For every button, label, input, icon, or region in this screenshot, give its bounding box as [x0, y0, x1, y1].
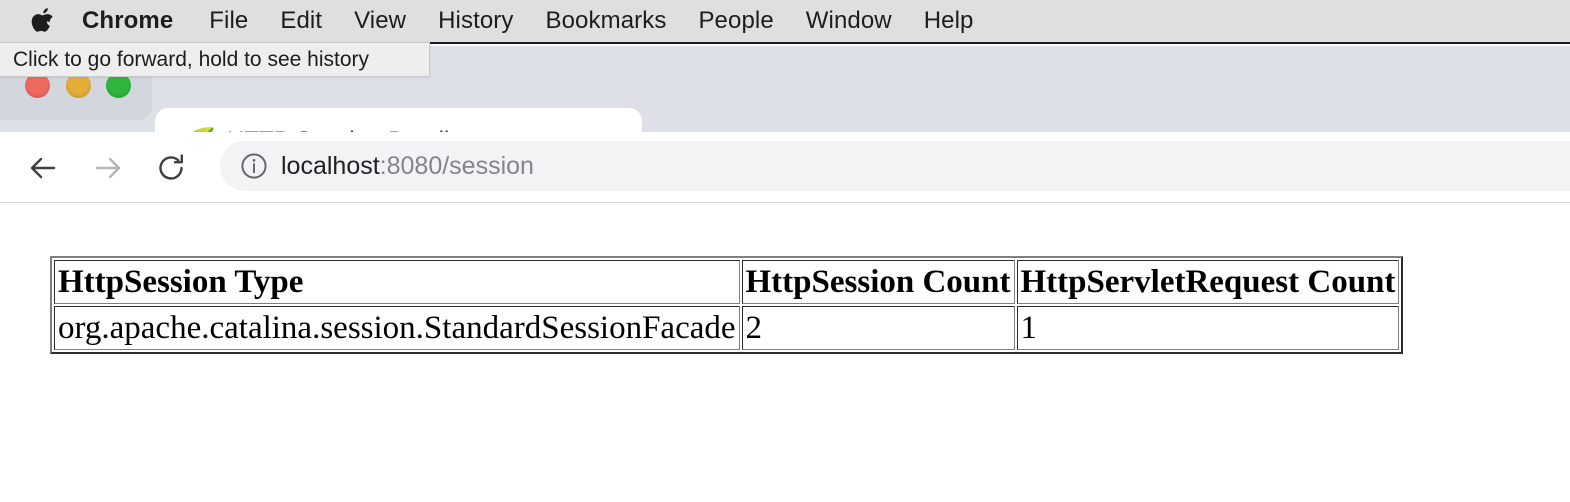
- tooltip-text: Click to go forward, hold to see history: [13, 47, 369, 71]
- info-circle-icon[interactable]: [240, 152, 268, 180]
- column-header-httpsession-count: HttpSession Count: [741, 260, 1015, 304]
- cell-httpsession-type: org.apache.catalina.session.StandardSess…: [54, 306, 740, 350]
- reload-icon: [159, 154, 183, 180]
- menu-item-window[interactable]: Window: [806, 9, 892, 33]
- url-host: localhost: [281, 152, 380, 180]
- forward-button[interactable]: [86, 146, 130, 190]
- menu-item-bookmarks[interactable]: Bookmarks: [546, 9, 667, 33]
- menu-item-people[interactable]: People: [698, 9, 773, 33]
- arrow-right-icon: [95, 157, 121, 179]
- address-bar-url: localhost:8080/session: [281, 151, 534, 181]
- cell-httpsession-count: 2: [741, 306, 1015, 350]
- info-circle-glyph: [241, 153, 267, 179]
- forward-button-tooltip: Click to go forward, hold to see history: [0, 42, 430, 77]
- http-session-table: HttpSession Type HttpSession Count HttpS…: [50, 256, 1404, 354]
- apple-logo-icon[interactable]: [30, 6, 56, 36]
- address-bar[interactable]: localhost:8080/session: [220, 141, 1570, 191]
- menu-item-view[interactable]: View: [354, 9, 406, 33]
- table-header-row: HttpSession Type HttpSession Count HttpS…: [54, 260, 1400, 304]
- reload-button[interactable]: [149, 146, 193, 190]
- column-header-httpsession-type: HttpSession Type: [54, 260, 740, 304]
- menu-item-history[interactable]: History: [438, 9, 513, 33]
- menu-item-file[interactable]: File: [209, 9, 248, 33]
- back-button[interactable]: [21, 146, 65, 190]
- page-content: HttpSession Type HttpSession Count HttpS…: [0, 204, 1570, 502]
- menu-item-chrome[interactable]: Chrome: [82, 9, 173, 33]
- macos-menu-bar: Chrome File Edit View History Bookmarks …: [0, 0, 1570, 44]
- table-row: org.apache.catalina.session.StandardSess…: [54, 306, 1400, 350]
- cell-httpservletrequest-count: 1: [1016, 306, 1400, 350]
- menu-item-edit[interactable]: Edit: [280, 9, 322, 33]
- column-header-httpservletrequest-count: HttpServletRequest Count: [1016, 260, 1400, 304]
- arrow-left-icon: [30, 157, 56, 179]
- menu-item-help[interactable]: Help: [924, 9, 974, 33]
- url-path: :8080/session: [379, 152, 534, 180]
